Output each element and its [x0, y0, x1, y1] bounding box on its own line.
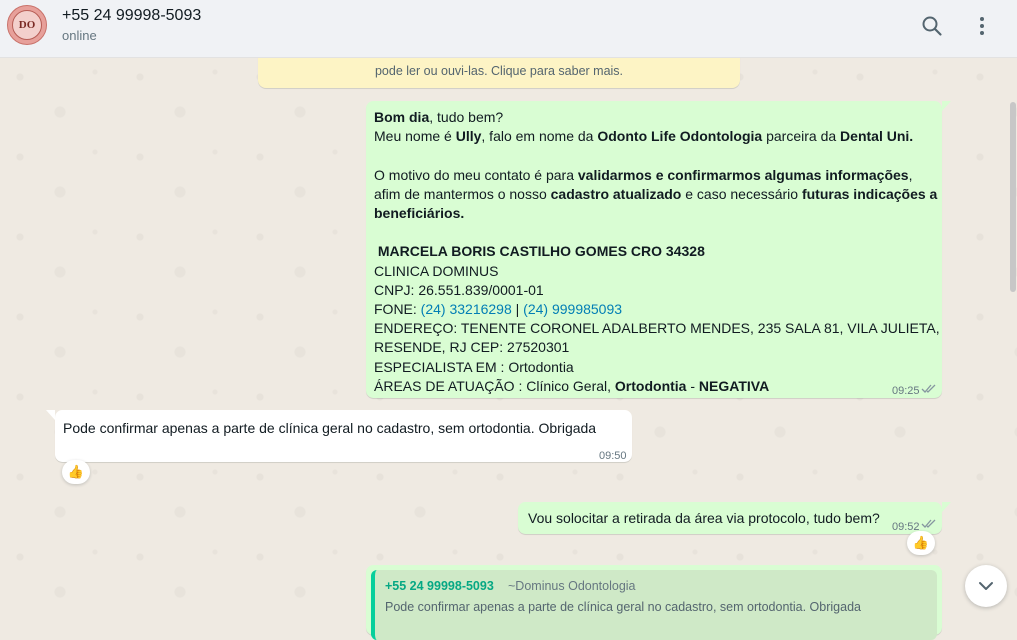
chat-header: DO +55 24 99998-5093 online — [0, 0, 1017, 58]
message-text: Pode confirmar apenas a parte de clínica… — [63, 420, 597, 436]
bubble-tail — [46, 410, 55, 420]
outgoing-message-with-quote[interactable]: +55 24 99998-5093 ~Dominus Odontologia P… — [366, 565, 942, 640]
reaction-badge[interactable]: 👍 — [907, 531, 935, 555]
phone-link-2[interactable]: (24) 999985093 — [523, 301, 622, 317]
clinic-specialty: ESPECIALISTA EM : Ortodontia — [374, 358, 574, 375]
quote-text: Pode confirmar apenas a parte de clínica… — [385, 600, 861, 614]
bubble-tail — [942, 502, 951, 512]
clinic-address-city: RESENDE, RJ CEP: 27520301 — [374, 339, 570, 356]
phone-link-1[interactable]: (24) 33216298 — [421, 301, 512, 317]
thumbs-up-icon: 👍 — [912, 535, 930, 550]
bubble-tail — [942, 101, 951, 111]
clinic-owner: MARCELA BORIS CASTILHO GOMES CRO 34328 — [374, 243, 705, 260]
thumbs-up-icon: 👍 — [67, 464, 85, 479]
chat-scrollbar-thumb[interactable] — [1010, 102, 1016, 292]
quote-author: +55 24 99998-5093 — [385, 579, 494, 593]
search-icon[interactable] — [920, 14, 944, 38]
double-check-icon — [921, 519, 936, 528]
message-text: Vou solocitar a retirada da área via pro… — [528, 510, 880, 526]
incoming-message[interactable]: Pode confirmar apenas a parte de clínica… — [55, 410, 632, 462]
contact-status: online — [62, 28, 97, 43]
menu-icon[interactable] — [970, 14, 994, 38]
clinic-cnpj: CNPJ: 26.551.839/0001-01 — [374, 281, 544, 298]
clinic-name: CLINICA DOMINUS — [374, 262, 499, 279]
encryption-notice-text: pode ler ou ouvi-las. Clique para saber … — [374, 64, 624, 78]
outgoing-message[interactable]: Bom dia, tudo bem? Meu nome é Ully, falo… — [366, 101, 942, 398]
encryption-notice[interactable]: pode ler ou ouvi-las. Clique para saber … — [258, 57, 740, 88]
outgoing-message[interactable]: Vou solocitar a retirada da área via pro… — [518, 502, 942, 534]
clinic-address: ENDEREÇO: TENENTE CORONEL ADALBERTO MEND… — [374, 320, 940, 337]
chevron-down-icon — [979, 582, 993, 590]
quote-author-tag: ~Dominus Odontologia — [508, 579, 636, 593]
double-check-icon — [921, 384, 936, 393]
message-time: 09:25 — [892, 385, 920, 397]
scroll-to-bottom-button[interactable] — [965, 565, 1007, 607]
reaction-badge[interactable]: 👍 — [62, 460, 90, 484]
avatar-initials: DO — [12, 10, 42, 40]
message-time: 09:50 — [599, 450, 627, 462]
contact-avatar[interactable]: DO — [7, 5, 47, 45]
contact-name[interactable]: +55 24 99998-5093 — [62, 7, 201, 25]
quoted-message[interactable]: +55 24 99998-5093 ~Dominus Odontologia P… — [371, 570, 937, 640]
